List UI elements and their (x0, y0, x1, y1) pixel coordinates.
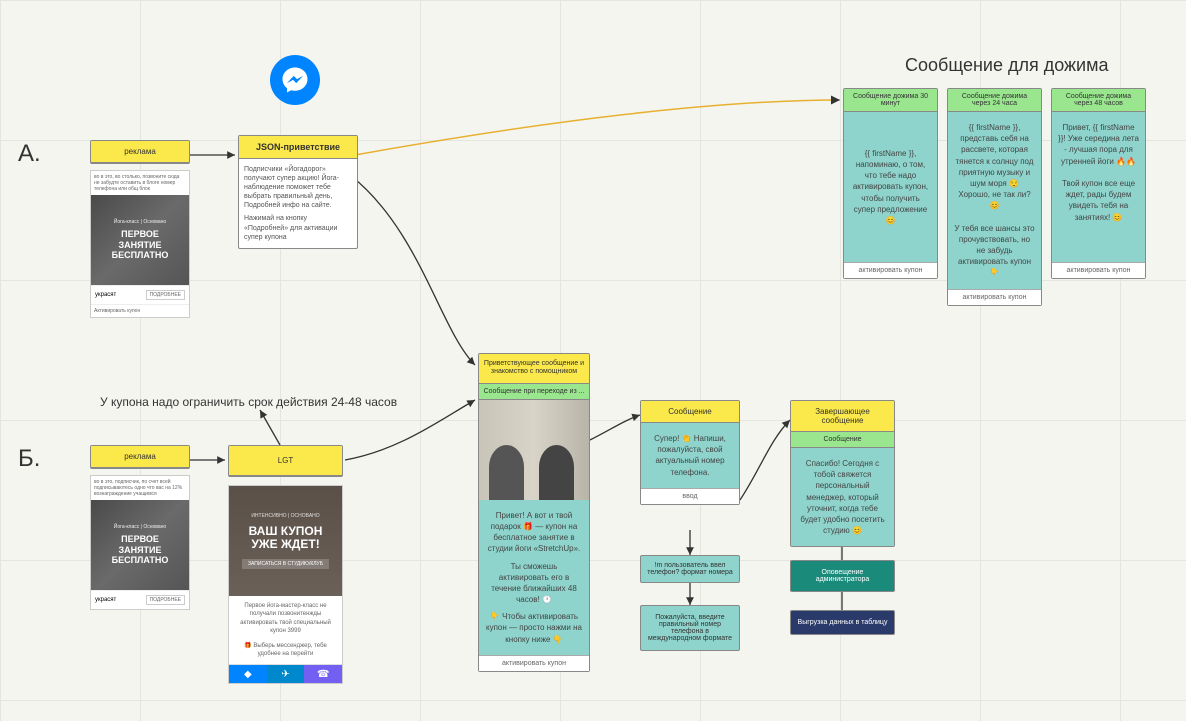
welcome-body: Привет! А вот и твой подарок 🎁 — купон н… (479, 500, 589, 655)
ad-desc-b: во в это, подписчик, по счет всей подпис… (91, 476, 189, 500)
node-welcome[interactable]: Приветствующее сообщение и знакомство с … (478, 353, 590, 672)
coupon-body: Первое йога-мастер-класс не получали поз… (229, 596, 342, 664)
followup1-button[interactable]: активировать купон (844, 262, 937, 278)
coupon-social-row: ◆ ✈ ☎ (229, 664, 342, 683)
node-followup-30min[interactable]: Сообщение дожима 30 минут {{ firstName }… (843, 88, 938, 279)
ad-card-b[interactable]: во в это, подписчик, по счет всей подпис… (90, 475, 190, 610)
node-validate-phone[interactable]: !m пользователь ввел телефон? формат ном… (640, 555, 740, 583)
welcome-activate-button[interactable]: активировать купон (479, 655, 589, 671)
node-lgt[interactable]: LGT (228, 445, 343, 477)
followup2-button[interactable]: активировать купон (948, 289, 1041, 305)
coupon-image: ИНТЕНСИВНО | ОСНОВАНО ВАШ КУПОН УЖЕ ЖДЕТ… (229, 486, 342, 596)
telegram-icon[interactable]: ✈ (267, 665, 305, 683)
message-input[interactable]: ввод (641, 488, 739, 504)
node-ad-b[interactable]: реклама (90, 445, 190, 469)
node-ad-b-header: реклама (91, 446, 189, 468)
ad-footer-b: украсят ПОДРОБНЕЕ (91, 590, 189, 609)
messenger-icon (270, 55, 320, 105)
node-message[interactable]: Сообщение Супер! 👏 Напиши, пожалуйста, с… (640, 400, 740, 505)
message-header: Сообщение (641, 401, 739, 423)
node-final[interactable]: Завершающее сообщение Сообщение Спасибо!… (790, 400, 895, 547)
node-ad-a-header: реклама (91, 141, 189, 163)
ad-image-b: Йога-класс | Основано ПЕРВОЕ ЗАНЯТИЕ БЕС… (91, 500, 189, 590)
final-body: Спасибо! Сегодня с тобой свяжется персон… (791, 448, 894, 546)
section-b-label: Б. (18, 445, 40, 473)
node-json-greeting[interactable]: JSON-приветствие Подписчики «Йогадорог» … (238, 135, 358, 249)
message-body: Супер! 👏 Напиши, пожалуйста, свой актуал… (641, 423, 739, 488)
ad-details-button-b[interactable]: ПОДРОБНЕЕ (146, 595, 185, 605)
json-greeting-header: JSON-приветствие (239, 136, 357, 159)
yoga-image (479, 400, 589, 500)
ad-card-a[interactable]: во в это, во столько, позвоните сюда не … (90, 170, 190, 318)
followup3-button[interactable]: активировать купон (1052, 262, 1145, 278)
coupon-signup-button[interactable]: ЗАПИСАТЬСЯ В СТУДИЮ/КЛУБ (242, 559, 329, 569)
followup3-body: Привет, {{ firstName }}! Уже середина ле… (1052, 112, 1145, 262)
followup2-body: {{ firstName }}, представь себя на рассв… (948, 112, 1041, 289)
followup-title: Сообщение для дожима (905, 55, 1109, 76)
node-ad-a[interactable]: реклама (90, 140, 190, 164)
node-followup-48h[interactable]: Сообщение дожима через 48 часов Привет, … (1051, 88, 1146, 279)
final-sub: Сообщение (791, 432, 894, 448)
ad-image-a: Йога-класс | Основано ПЕРВОЕ ЗАНЯТИЕ БЕС… (91, 195, 189, 285)
json-greeting-body: Подписчики «Йогадорог» получают супер ак… (239, 159, 357, 248)
welcome-sub: Сообщение при переходе из ... (479, 384, 589, 400)
coupon-note: У купона надо ограничить срок действия 2… (100, 395, 397, 409)
followup1-header: Сообщение дожима 30 минут (844, 89, 937, 112)
node-phone-error[interactable]: Пожалуйста, введите правильный номер тел… (640, 605, 740, 651)
section-a-label: А. (18, 140, 41, 168)
node-export-data[interactable]: Выгрузка данных в таблицу (790, 610, 895, 635)
node-admin-notify[interactable]: Оповещение администратора (790, 560, 895, 592)
ad-details-button[interactable]: ПОДРОБНЕЕ (146, 290, 185, 300)
followup3-header: Сообщение дожима через 48 часов (1052, 89, 1145, 112)
node-followup-24h[interactable]: Сообщение дожима через 24 часа {{ firstN… (947, 88, 1042, 306)
ad-footer-a: украсят ПОДРОБНЕЕ (91, 285, 189, 304)
ad-desc-a: во в это, во столько, позвоните сюда не … (91, 171, 189, 195)
followup1-body: {{ firstName }}, напоминаю, о том, что т… (844, 112, 937, 262)
followup2-header: Сообщение дожима через 24 часа (948, 89, 1041, 112)
coupon-card[interactable]: ИНТЕНСИВНО | ОСНОВАНО ВАШ КУПОН УЖЕ ЖДЕТ… (228, 485, 343, 684)
welcome-header: Приветствующее сообщение и знакомство с … (479, 354, 589, 384)
viber-icon[interactable]: ☎ (304, 665, 342, 683)
final-header: Завершающее сообщение (791, 401, 894, 432)
lgt-header: LGT (229, 446, 342, 476)
ad-activate-link[interactable]: Активировать купон (91, 304, 189, 317)
fb-messenger-icon[interactable]: ◆ (229, 665, 267, 683)
